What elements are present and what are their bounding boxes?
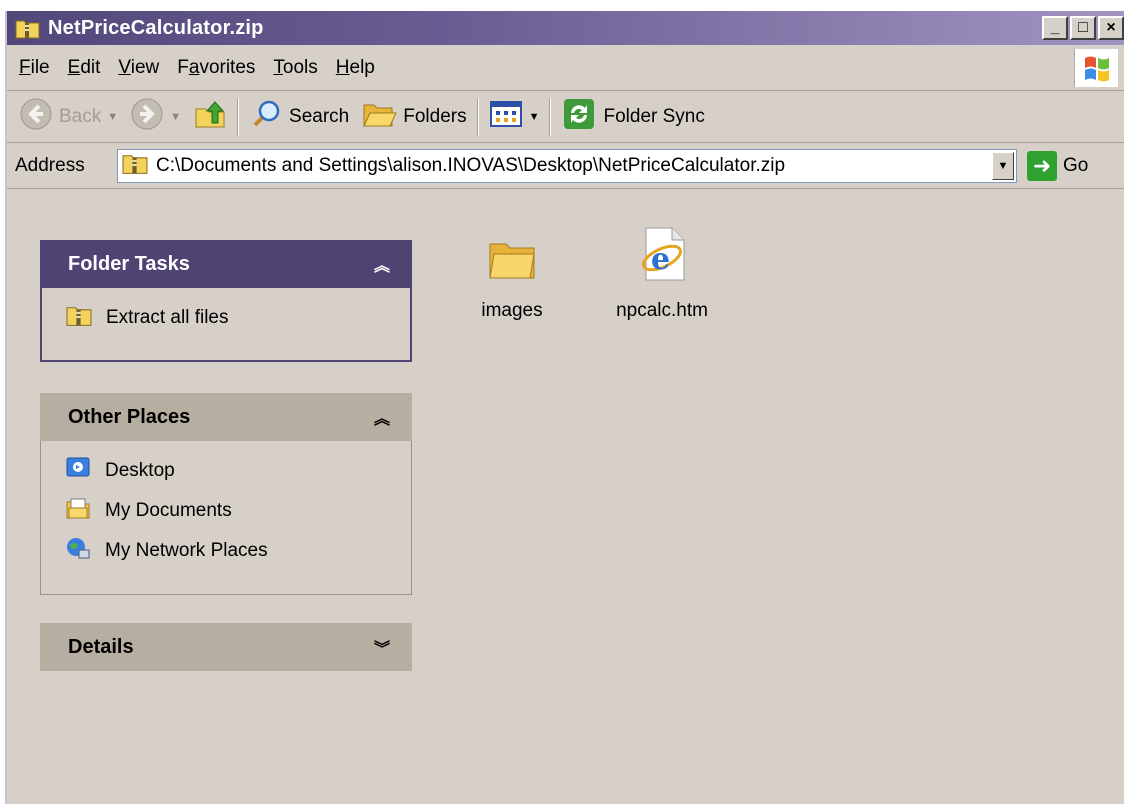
forward-arrow-icon: [130, 97, 164, 137]
html-document-icon: e: [634, 224, 690, 290]
address-dropdown-button[interactable]: ▼: [992, 152, 1014, 180]
windows-logo-icon: [1074, 49, 1118, 87]
views-dropdown-icon[interactable]: ▼: [529, 111, 540, 123]
back-arrow-icon: [19, 97, 53, 137]
network-places-icon: [65, 536, 91, 566]
explorer-window: NetPriceCalculator.zip _ □ × File Edit V…: [5, 11, 1124, 804]
file-item[interactable]: images: [452, 232, 572, 322]
file-name: npcalc.htm: [616, 300, 708, 321]
svg-text:e: e: [651, 242, 670, 277]
back-dropdown-icon[interactable]: ▼: [107, 111, 118, 123]
expand-chevron-icon[interactable]: ︾: [374, 635, 390, 659]
collapse-chevron-icon[interactable]: ︽: [374, 405, 390, 429]
zip-folder-icon: [66, 303, 92, 333]
minimize-button[interactable]: _: [1042, 16, 1068, 40]
toolbar-separator: [237, 97, 240, 136]
address-input[interactable]: C:\Documents and Settings\alison.INOVAS\…: [117, 149, 1017, 183]
folders-icon: [361, 97, 398, 137]
address-value: C:\Documents and Settings\alison.INOVAS\…: [156, 155, 786, 176]
title-bar[interactable]: NetPriceCalculator.zip _ □ ×: [7, 11, 1124, 45]
menu-favorites[interactable]: Favorites: [177, 57, 255, 79]
details-header[interactable]: Details ︾: [40, 623, 412, 671]
other-places-item-desktop[interactable]: Desktop: [65, 451, 387, 491]
views-button[interactable]: ▼: [483, 95, 546, 139]
desktop-icon: [65, 456, 91, 486]
maximize-button[interactable]: □: [1070, 16, 1096, 40]
back-label: Back: [59, 105, 102, 127]
search-label: Search: [289, 105, 350, 127]
details-title: Details: [68, 635, 134, 658]
toolbar-separator: [476, 97, 479, 136]
toolbar-separator: [549, 97, 552, 136]
folder-tasks-header[interactable]: Folder Tasks ︽: [40, 240, 412, 288]
zip-folder-icon: [122, 151, 148, 181]
search-button[interactable]: Search: [243, 95, 355, 139]
address-bar: Address C:\Documents and Settings\alison…: [7, 143, 1124, 189]
extract-all-files-link[interactable]: Extract all files: [66, 298, 386, 338]
zip-folder-icon: [15, 17, 40, 39]
go-arrow-icon: ➜: [1027, 151, 1057, 181]
details-pane: Details ︾: [40, 623, 412, 671]
file-item[interactable]: e npcalc.htm: [602, 224, 722, 322]
menu-view[interactable]: View: [118, 57, 159, 79]
folders-label: Folders: [403, 105, 467, 127]
forward-button[interactable]: ▼: [124, 95, 187, 139]
other-places-body: Desktop My Documents My Network Places: [40, 441, 412, 595]
menu-bar: File Edit View Favorites Tools Help: [7, 45, 1124, 91]
folder-sync-label: Folder Sync: [603, 105, 705, 127]
other-places-item-my-documents[interactable]: My Documents: [65, 491, 387, 531]
folder-sync-icon: [561, 96, 597, 138]
my-documents-icon: [65, 496, 91, 526]
go-button[interactable]: ➜ Go: [1027, 151, 1088, 181]
other-places-header[interactable]: Other Places ︽: [40, 393, 412, 441]
desktop-label: Desktop: [105, 460, 175, 481]
window-title: NetPriceCalculator.zip: [48, 16, 264, 39]
other-places-item-network[interactable]: My Network Places: [65, 531, 387, 571]
folder-tasks-pane: Folder Tasks ︽ Extract all files: [40, 240, 412, 362]
folder-tasks-title: Folder Tasks: [68, 252, 190, 275]
close-button[interactable]: ×: [1098, 16, 1124, 40]
my-documents-label: My Documents: [105, 500, 232, 521]
menu-edit[interactable]: Edit: [68, 57, 101, 79]
folder-icon: [486, 232, 538, 290]
menu-help[interactable]: Help: [336, 57, 375, 79]
views-icon: [489, 99, 523, 135]
back-button[interactable]: Back ▼: [13, 95, 124, 139]
address-label: Address: [15, 154, 85, 176]
menu-tools[interactable]: Tools: [273, 57, 317, 79]
folder-sync-button[interactable]: Folder Sync: [555, 95, 710, 139]
other-places-title: Other Places: [68, 405, 191, 428]
forward-dropdown-icon[interactable]: ▼: [170, 111, 181, 123]
go-label: Go: [1063, 155, 1089, 176]
collapse-chevron-icon[interactable]: ︽: [374, 252, 390, 276]
file-name: images: [481, 300, 543, 321]
menu-file[interactable]: File: [19, 57, 50, 79]
up-folder-button[interactable]: [187, 95, 233, 139]
other-places-pane: Other Places ︽ Desktop My Documents My N…: [40, 393, 412, 595]
up-folder-icon: [193, 97, 227, 137]
search-icon: [249, 97, 283, 137]
network-places-label: My Network Places: [105, 540, 268, 561]
toolbar: Back ▼ ▼ Search Folders ▼ Folder Sync: [7, 91, 1124, 143]
folder-tasks-body: Extract all files: [40, 288, 412, 362]
folders-button[interactable]: Folders: [355, 95, 472, 139]
extract-all-files-label: Extract all files: [106, 307, 229, 328]
